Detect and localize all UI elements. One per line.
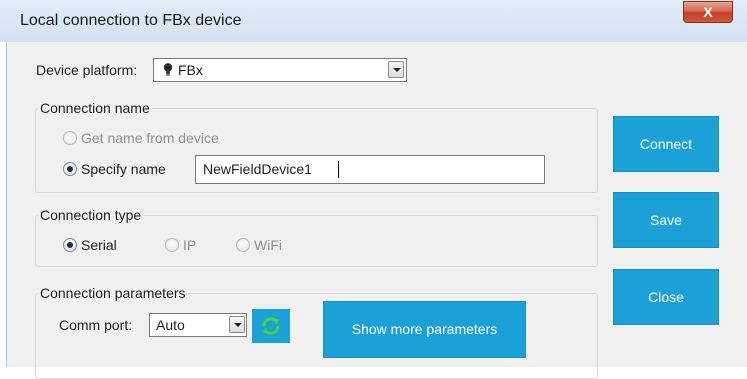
device-platform-select[interactable]: FBx — [153, 58, 407, 82]
connection-type-title: Connection type — [38, 207, 144, 223]
comm-port-label: Comm port: — [59, 317, 133, 333]
refresh-button[interactable] — [252, 309, 290, 343]
connection-parameters-title: Connection parameters — [38, 285, 188, 301]
refresh-icon — [262, 317, 280, 335]
serial-radio[interactable] — [63, 238, 77, 252]
serial-label: Serial — [81, 237, 117, 253]
text-caret — [338, 161, 339, 178]
connect-button[interactable]: Connect — [613, 116, 719, 172]
get-name-from-device-label: Get name from device — [81, 130, 219, 146]
connection-name-input[interactable]: NewFieldDevice1 — [195, 155, 545, 184]
device-bulb-icon — [162, 62, 174, 80]
connection-name-title: Connection name — [38, 100, 152, 116]
device-platform-value: FBx — [178, 62, 203, 78]
dialog-body: Device platform: FBx Connection name Get… — [6, 42, 747, 379]
ip-label: IP — [183, 237, 197, 253]
save-button[interactable]: Save — [613, 192, 719, 248]
specify-name-radio[interactable] — [63, 162, 77, 176]
device-platform-label: Device platform: — [36, 62, 138, 78]
window-close-button[interactable]: X — [683, 1, 733, 23]
comm-port-select[interactable]: Auto — [149, 313, 247, 337]
save-label: Save — [650, 212, 682, 228]
wifi-label: WiFi — [254, 237, 282, 253]
wifi-radio[interactable] — [236, 238, 250, 252]
show-more-parameters-button[interactable]: Show more parameters — [323, 301, 526, 358]
close-button[interactable]: Close — [613, 269, 719, 325]
close-label: Close — [648, 289, 684, 305]
window-title: Local connection to FBx device — [20, 12, 242, 29]
chevron-down-icon[interactable] — [388, 61, 404, 78]
connection-name-value: NewFieldDevice1 — [203, 161, 312, 177]
title-bar: Local connection to FBx device X — [0, 0, 747, 42]
get-name-from-device-radio[interactable] — [63, 131, 77, 145]
connect-label: Connect — [639, 136, 693, 152]
specify-name-label: Specify name — [81, 161, 166, 177]
comm-port-value: Auto — [156, 317, 185, 333]
chevron-down-icon[interactable] — [229, 316, 245, 333]
show-more-parameters-label: Show more parameters — [351, 321, 498, 337]
ip-radio[interactable] — [165, 238, 179, 252]
